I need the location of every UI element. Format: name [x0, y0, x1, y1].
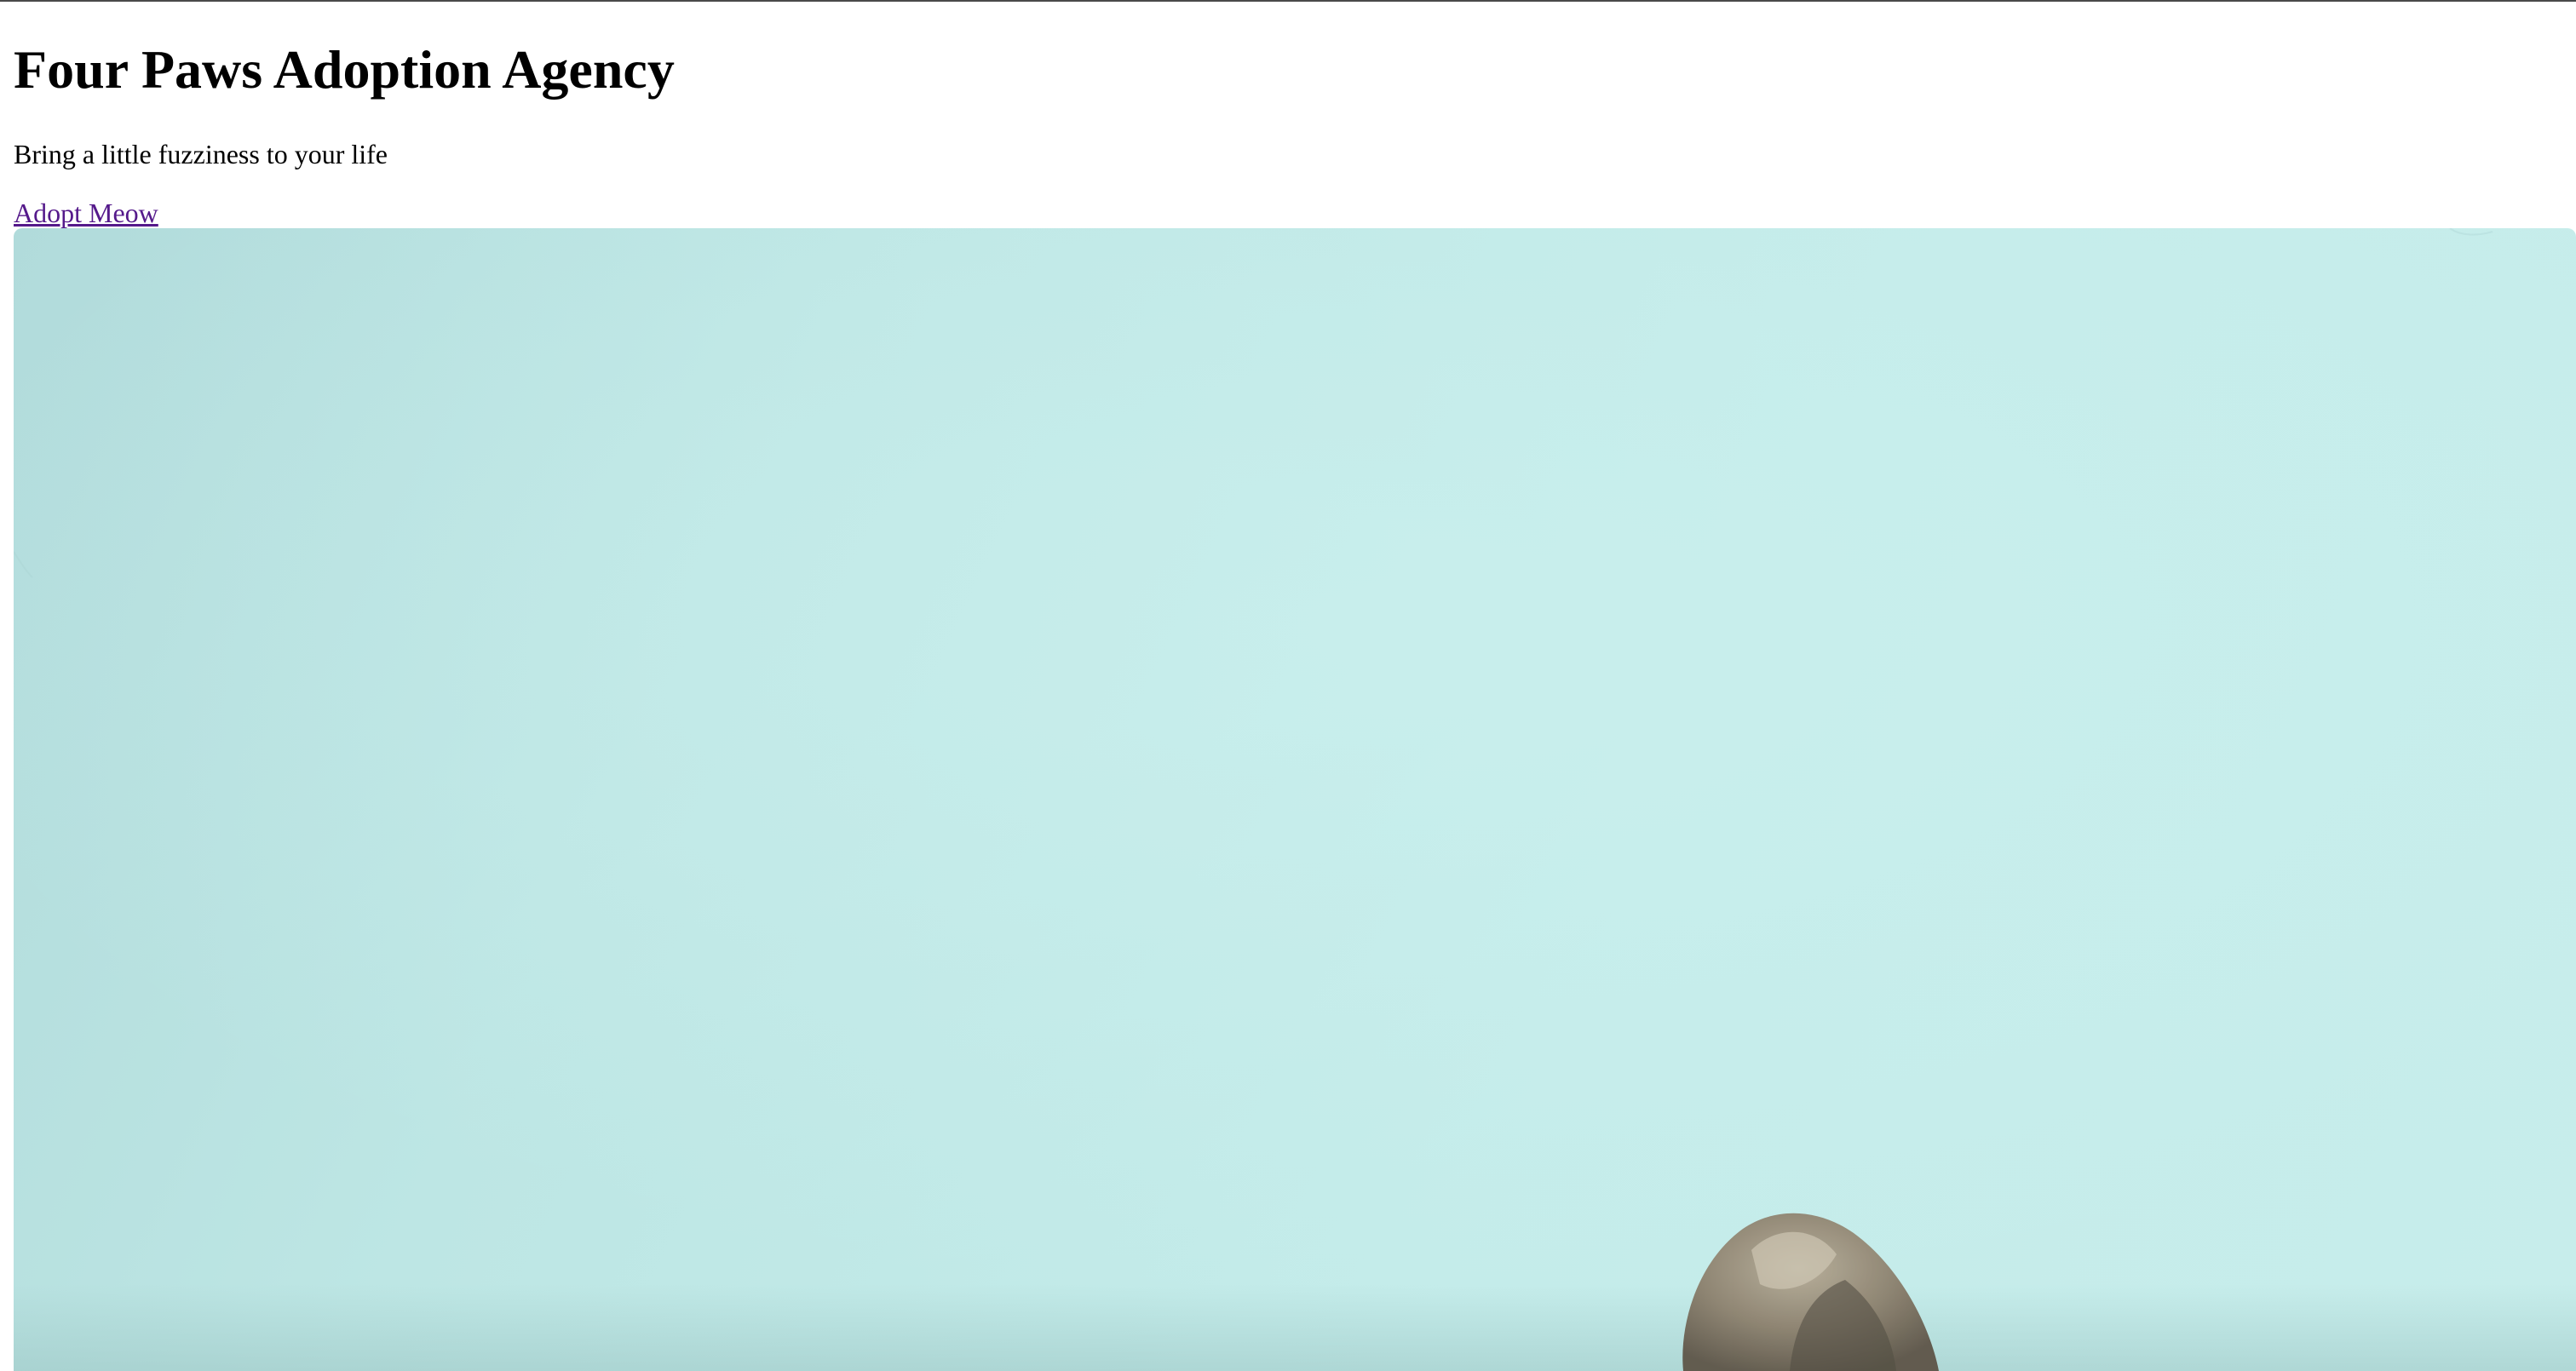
page-content: Four Paws Adoption Agency Bring a little… [14, 0, 2576, 1371]
hero-image [14, 228, 2576, 1371]
cat-photo [14, 228, 2576, 1371]
adopt-meow-link[interactable]: Adopt Meow [14, 195, 158, 231]
page-title: Four Paws Adoption Agency [14, 39, 675, 100]
tagline: Bring a little fuzziness to your life [14, 139, 388, 169]
